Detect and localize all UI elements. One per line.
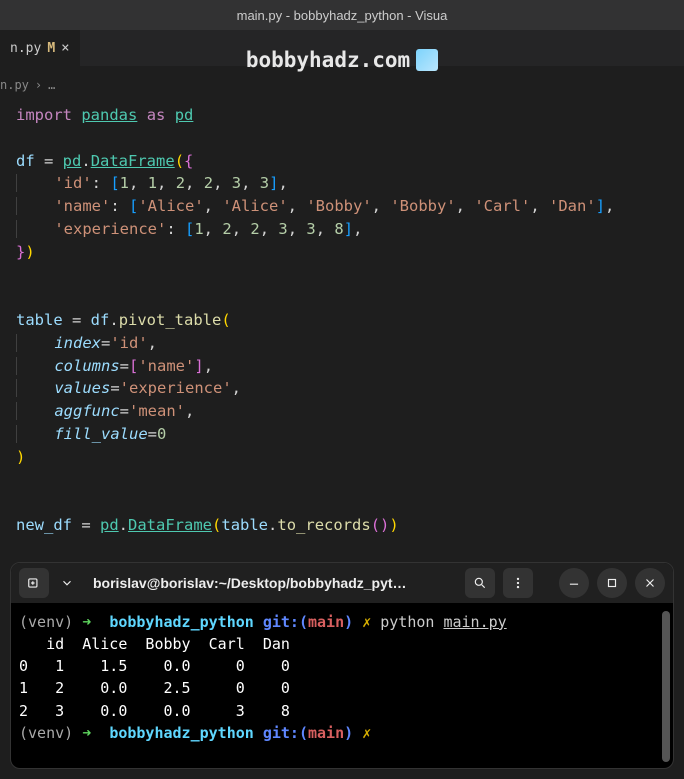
editor-tab-main[interactable]: n.py M × [0, 30, 80, 66]
window-titlebar: main.py - bobbyhadz_python - Visua [0, 0, 684, 30]
terminal-title: borislav@borislav:~/Desktop/bobbyhadz_py… [85, 575, 457, 591]
tab-modified-indicator: M [47, 41, 55, 56]
close-window-button[interactable] [635, 568, 665, 598]
minimize-button[interactable] [559, 568, 589, 598]
code-editor[interactable]: import pandas as pd df = pd.DataFrame({ … [0, 96, 684, 590]
breadcrumb-file: n.py [0, 78, 29, 92]
breadcrumb-more: … [48, 78, 55, 92]
terminal-scrollbar[interactable] [662, 611, 670, 762]
menu-dots-icon [511, 576, 525, 590]
new-tab-button[interactable] [19, 568, 49, 598]
chevron-down-icon [60, 576, 74, 590]
close-icon[interactable]: × [61, 40, 69, 56]
dropdown-button[interactable] [57, 568, 77, 598]
minimize-icon [567, 576, 581, 590]
maximize-button[interactable] [597, 568, 627, 598]
terminal-panel: borislav@borislav:~/Desktop/bobbyhadz_py… [10, 562, 674, 769]
search-icon [473, 576, 487, 590]
chevron-right-icon: › [35, 78, 42, 92]
window-title: main.py - bobbyhadz_python - Visua [237, 8, 448, 23]
search-button[interactable] [465, 568, 495, 598]
tab-filename: n.py [10, 41, 41, 56]
tab-bar: n.py M × [0, 30, 684, 66]
terminal-output[interactable]: (venv) ➜ bobbyhadz_python git:(main) ✗ p… [11, 603, 673, 768]
close-icon [643, 576, 657, 590]
plus-tab-icon [27, 576, 41, 590]
menu-button[interactable] [503, 568, 533, 598]
maximize-icon [605, 576, 619, 590]
terminal-header: borislav@borislav:~/Desktop/bobbyhadz_py… [11, 563, 673, 603]
breadcrumb[interactable]: n.py › … [0, 74, 684, 96]
